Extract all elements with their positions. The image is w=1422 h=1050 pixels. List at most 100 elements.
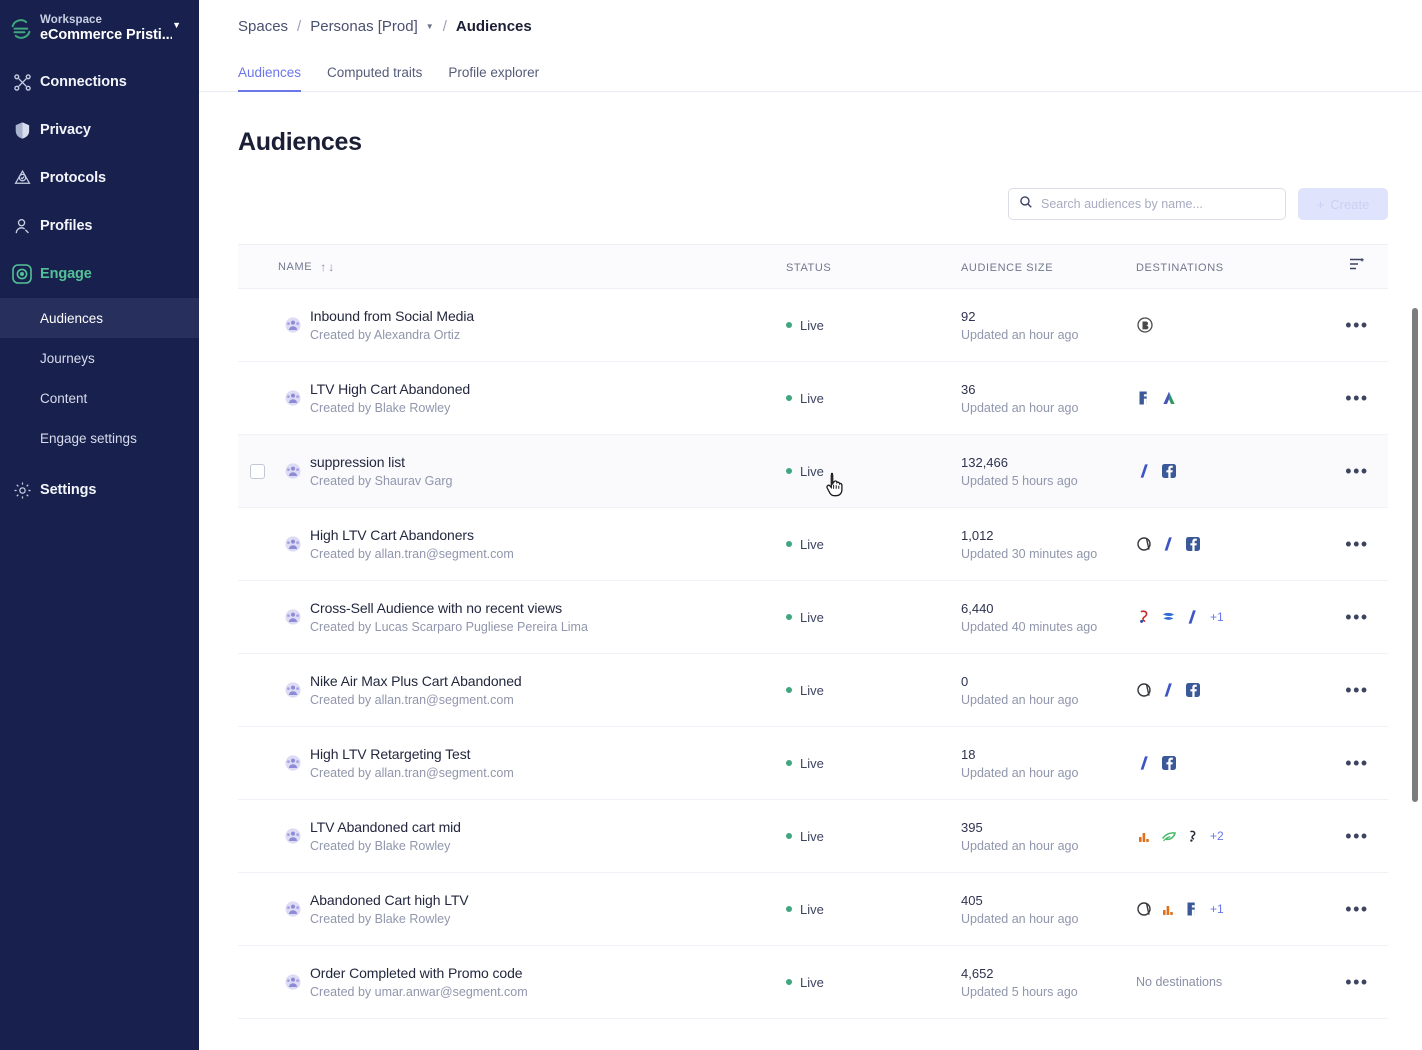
destinations-cell — [1136, 754, 1326, 772]
search-container[interactable] — [1008, 188, 1286, 220]
page-body: Audiences + Create — [199, 128, 1422, 1019]
kebab-menu-icon[interactable]: ••• — [1345, 462, 1368, 480]
table-header-row: NAME ↑↓ STATUS AUDIENCE SIZE DESTINATION… — [238, 245, 1388, 289]
sidebar-item-protocols[interactable]: Protocols — [0, 154, 199, 202]
row-actions-cell[interactable]: ••• — [1326, 316, 1388, 334]
kebab-menu-icon[interactable]: ••• — [1345, 827, 1368, 845]
audience-name-cell[interactable]: High LTV Retargeting Test Created by alla… — [276, 746, 786, 780]
row-checkbox-cell[interactable] — [238, 610, 276, 625]
row-actions-cell[interactable]: ••• — [1326, 681, 1388, 699]
sidebar-subitem-label: Engage settings — [40, 430, 137, 446]
row-actions-cell[interactable]: ••• — [1326, 754, 1388, 772]
row-checkbox-cell[interactable] — [238, 902, 276, 917]
column-header-destinations[interactable]: DESTINATIONS — [1136, 258, 1326, 276]
table-row[interactable]: Cross-Sell Audience with no recent views… — [238, 581, 1388, 654]
tab-profile-explorer[interactable]: Profile explorer — [448, 65, 539, 92]
chevron-down-icon[interactable]: ▼ — [426, 22, 434, 31]
search-input[interactable] — [1041, 197, 1275, 211]
sidebar-item-engage[interactable]: Engage — [0, 250, 199, 298]
audience-name-cell[interactable]: Order Completed with Promo code Created b… — [276, 965, 786, 999]
sidebar-subitem-journeys[interactable]: Journeys — [0, 338, 199, 378]
kebab-menu-icon[interactable]: ••• — [1345, 608, 1368, 626]
row-checkbox-cell[interactable] — [238, 683, 276, 698]
sidebar-subitem-content[interactable]: Content — [0, 378, 199, 418]
sidebar-item-profiles[interactable]: Profiles — [0, 202, 199, 250]
table-row[interactable]: Inbound from Social Media Created by Alex… — [238, 289, 1388, 362]
tab-audiences[interactable]: Audiences — [238, 65, 302, 92]
table-row[interactable]: Nike Air Max Plus Cart Abandoned Created … — [238, 654, 1388, 727]
sidebar-subitem-audiences[interactable]: Audiences — [0, 298, 199, 338]
table-row[interactable]: High LTV Retargeting Test Created by alla… — [238, 727, 1388, 800]
row-actions-cell[interactable]: ••• — [1326, 608, 1388, 626]
breadcrumb-item-spaces[interactable]: Spaces — [238, 18, 288, 35]
row-actions-cell[interactable]: ••• — [1326, 973, 1388, 991]
row-checkbox-cell[interactable] — [238, 318, 276, 333]
row-checkbox-cell[interactable] — [238, 463, 276, 479]
kebab-menu-icon[interactable]: ••• — [1345, 973, 1368, 991]
column-header-audience-size[interactable]: AUDIENCE SIZE — [961, 258, 1136, 276]
breadcrumb-item-space[interactable]: Personas [Prod] — [310, 18, 418, 35]
audience-name-cell[interactable]: Inbound from Social Media Created by Alex… — [276, 308, 786, 342]
audience-creator: Created by Blake Rowley — [310, 912, 451, 926]
destination-icon-list — [1136, 535, 1326, 553]
kebab-menu-icon[interactable]: ••• — [1345, 754, 1368, 772]
audience-size-cell: 0 Updated an hour ago — [961, 674, 1136, 707]
audience-name: High LTV Cart Abandoners — [310, 527, 474, 543]
row-actions-cell[interactable]: ••• — [1326, 535, 1388, 553]
kebab-menu-icon[interactable]: ••• — [1345, 900, 1368, 918]
kebab-menu-icon[interactable]: ••• — [1345, 316, 1368, 334]
sidebar-item-label: Privacy — [40, 122, 91, 138]
audience-updated-time: Updated an hour ago — [961, 838, 1079, 853]
audience-name: Inbound from Social Media — [310, 308, 475, 324]
kebab-menu-icon[interactable]: ••• — [1345, 681, 1368, 699]
status-badge: Live — [786, 464, 961, 479]
row-checkbox[interactable] — [249, 463, 265, 479]
audience-name-cell[interactable]: LTV Abandoned cart mid Created by Blake R… — [276, 819, 786, 853]
row-checkbox-cell[interactable] — [238, 829, 276, 844]
sidebar-item-connections[interactable]: Connections — [0, 58, 199, 106]
row-actions-cell[interactable]: ••• — [1326, 827, 1388, 845]
row-actions-cell[interactable]: ••• — [1326, 900, 1388, 918]
audience-creator: Created by allan.tran@segment.com — [310, 766, 514, 780]
workspace-switcher[interactable]: Workspace eCommerce Pristi... ▼ — [0, 0, 199, 58]
status-dot-icon — [786, 468, 792, 474]
table-row[interactable]: Order Completed with Promo code Created b… — [238, 946, 1388, 1019]
column-header-status[interactable]: STATUS — [786, 258, 961, 276]
sidebar-subitem-engage-settings[interactable]: Engage settings — [0, 418, 199, 458]
sort-arrows[interactable]: ↑↓ — [320, 260, 336, 274]
row-checkbox-cell[interactable] — [238, 537, 276, 552]
create-button[interactable]: + Create — [1298, 188, 1388, 220]
row-checkbox-cell[interactable] — [238, 975, 276, 990]
row-actions-cell[interactable]: ••• — [1326, 389, 1388, 407]
table-row[interactable]: suppression list Created by Shaurav Garg L… — [238, 435, 1388, 508]
audience-name: LTV High Cart Abandoned — [310, 381, 471, 397]
audience-name-cell[interactable]: Cross-Sell Audience with no recent views… — [276, 600, 786, 634]
row-checkbox-cell[interactable] — [238, 391, 276, 406]
sidebar-item-privacy[interactable]: Privacy — [0, 106, 199, 154]
breadcrumb-separator: / — [442, 17, 447, 35]
table-row[interactable]: Abandoned Cart high LTV Created by Blake … — [238, 873, 1388, 946]
destinations-overflow-count[interactable]: +1 — [1210, 902, 1224, 916]
audience-name-cell[interactable]: Abandoned Cart high LTV Created by Blake … — [276, 892, 786, 926]
audience-name: Nike Air Max Plus Cart Abandoned — [310, 673, 522, 689]
row-checkbox-cell[interactable] — [238, 756, 276, 771]
sidebar-item-settings[interactable]: Settings — [0, 466, 199, 514]
audience-name-cell[interactable]: Nike Air Max Plus Cart Abandoned Created … — [276, 673, 786, 707]
row-actions-cell[interactable]: ••• — [1326, 462, 1388, 480]
tab-computed-traits[interactable]: Computed traits — [327, 65, 422, 92]
table-row[interactable]: High LTV Cart Abandoners Created by allan… — [238, 508, 1388, 581]
destinations-overflow-count[interactable]: +2 — [1210, 829, 1224, 843]
kebab-menu-icon[interactable]: ••• — [1345, 535, 1368, 553]
kebab-menu-icon[interactable]: ••• — [1345, 389, 1368, 407]
audience-name-cell[interactable]: suppression list Created by Shaurav Garg — [276, 454, 786, 488]
column-settings-button[interactable] — [1326, 257, 1388, 276]
audience-name-cell[interactable]: LTV High Cart Abandoned Created by Blake … — [276, 381, 786, 415]
table-row[interactable]: LTV Abandoned cart mid Created by Blake R… — [238, 800, 1388, 873]
vertical-scrollbar[interactable] — [1412, 308, 1418, 802]
chevron-down-icon[interactable]: ▼ — [172, 12, 181, 30]
audience-name-cell[interactable]: High LTV Cart Abandoners Created by allan… — [276, 527, 786, 561]
destinations-overflow-count[interactable]: +1 — [1210, 610, 1224, 624]
table-row[interactable]: LTV High Cart Abandoned Created by Blake … — [238, 362, 1388, 435]
destinations-cell — [1136, 389, 1326, 407]
column-header-name[interactable]: NAME ↑↓ — [276, 260, 786, 274]
